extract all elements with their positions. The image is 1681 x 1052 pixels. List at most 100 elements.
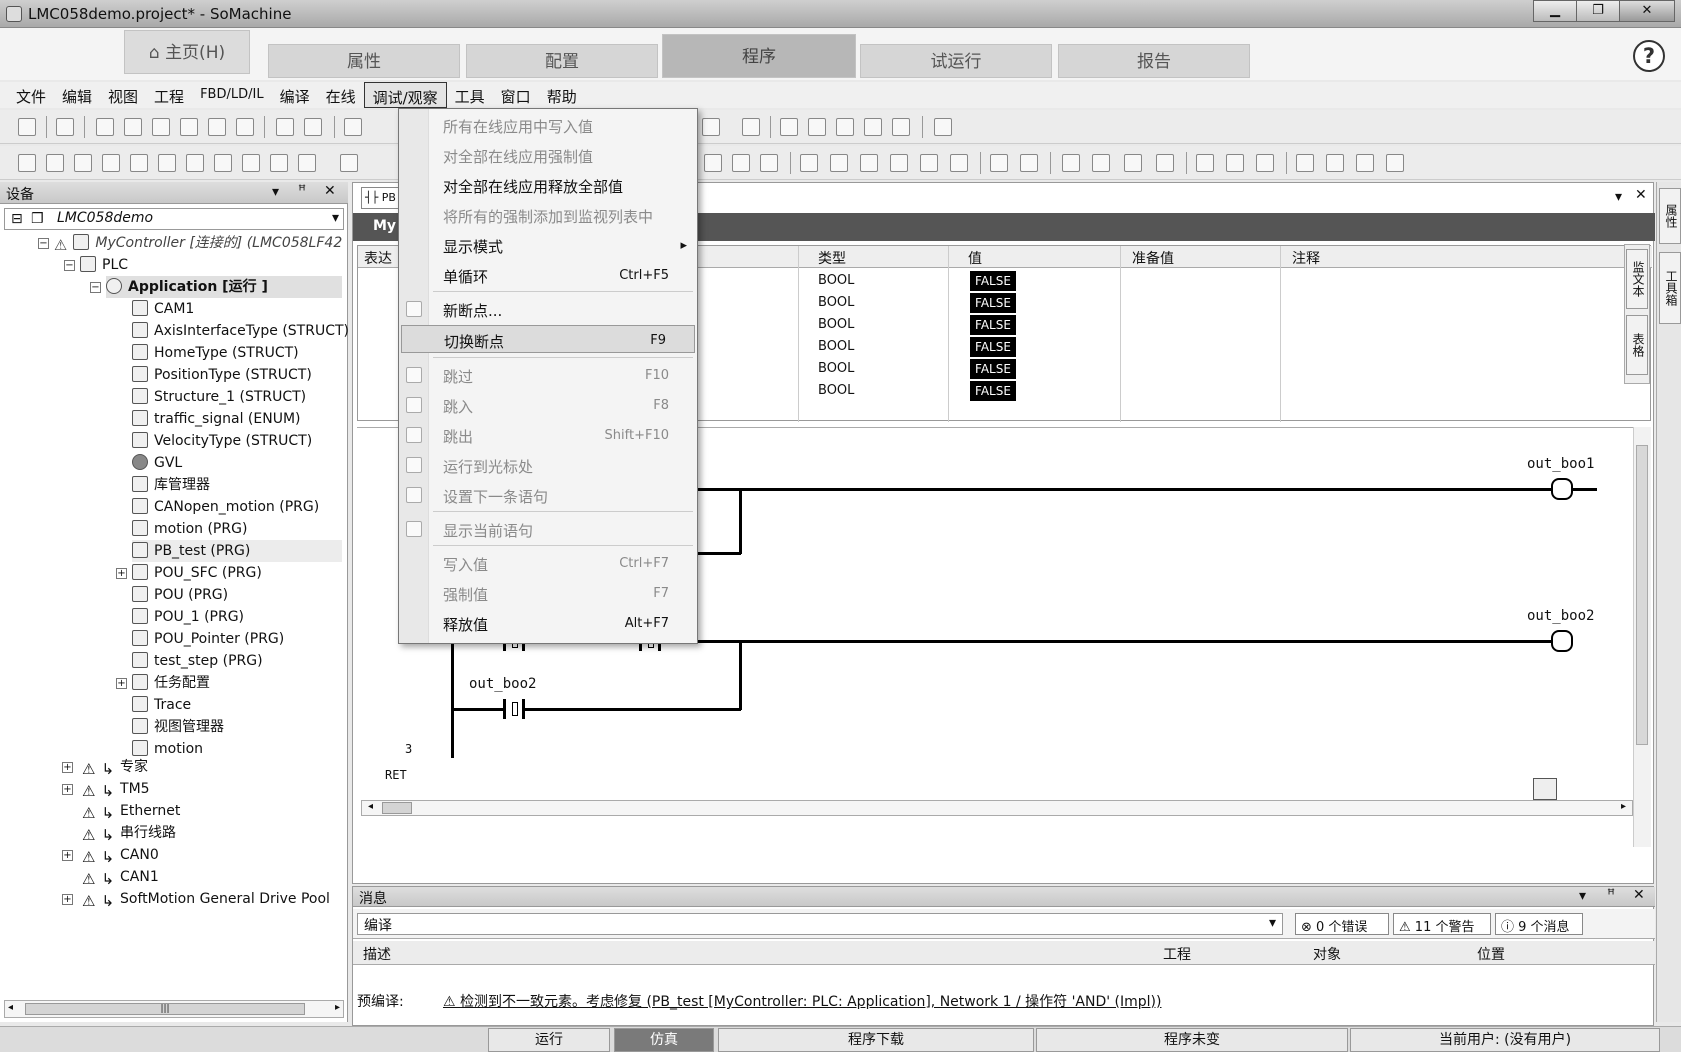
expand-icon[interactable]: + <box>116 678 127 689</box>
tree-item[interactable]: 任务配置 <box>132 672 210 694</box>
insert-block-icon[interactable] <box>860 154 878 172</box>
tree-item[interactable]: 视图管理器 <box>132 716 224 738</box>
chevron-down-icon[interactable]: ▾ <box>1579 888 1586 904</box>
menu-item-release-value[interactable]: 释放值 Alt+F7 <box>399 609 697 637</box>
grid-icon[interactable] <box>1226 154 1244 172</box>
menu-item-new-breakpoint[interactable]: 新断点... <box>399 295 697 323</box>
menu-item-display-mode[interactable]: 显示模式 ▸ <box>399 231 697 259</box>
edge-icon[interactable] <box>1156 154 1174 172</box>
step-into-icon[interactable] <box>808 118 826 136</box>
paste-icon[interactable] <box>208 118 226 136</box>
collapse-icon[interactable]: − <box>64 260 75 271</box>
tree-item[interactable]: CANopen_motion (PRG) <box>132 496 319 518</box>
tab-config[interactable]: 配置 <box>466 44 658 78</box>
step-out-icon[interactable] <box>836 118 854 136</box>
help-icon[interactable]: ? <box>1633 40 1665 72</box>
menu-file[interactable]: 文件 <box>8 82 54 108</box>
arrow-icon[interactable] <box>1062 154 1080 172</box>
tab-table[interactable]: 表格 <box>1626 315 1648 375</box>
menu-item-single-cycle[interactable]: 单循环 Ctrl+F5 <box>399 261 697 289</box>
horizontal-scrollbar[interactable]: ◂ ▸ <box>361 800 1633 816</box>
tab-properties[interactable]: 属性 <box>268 44 460 78</box>
table-icon[interactable] <box>1196 154 1214 172</box>
tree-item[interactable]: POU_SFC (PRG) <box>132 562 262 584</box>
tree-item[interactable]: motion (PRG) <box>132 518 247 540</box>
tree-item[interactable]: GVL <box>132 452 182 474</box>
tree-item[interactable]: Trace <box>132 694 191 716</box>
mem-icon[interactable] <box>1092 154 1110 172</box>
ld-return-icon[interactable] <box>298 154 316 172</box>
ld-negated-contact-icon[interactable] <box>102 154 120 172</box>
find-icon[interactable] <box>276 118 294 136</box>
coil[interactable] <box>1551 630 1573 652</box>
expand-icon[interactable]: + <box>62 762 73 773</box>
align-left-icon[interactable] <box>704 154 722 172</box>
close-icon[interactable]: ✕ <box>1635 187 1647 203</box>
close-button[interactable]: ✕ <box>1619 0 1675 22</box>
scroll-right-icon[interactable]: ▸ <box>335 1002 340 1013</box>
close-icon[interactable]: ✕ <box>324 183 336 199</box>
tree-item[interactable]: ⚠ ↳ CAN1 <box>82 866 159 888</box>
menu-item-run-to-cursor[interactable]: 运行到光标处 <box>399 451 697 479</box>
menu-item-step-into[interactable]: 跳入 F8 <box>399 391 697 419</box>
show-current-icon[interactable] <box>934 118 952 136</box>
tree-item[interactable]: AxisInterfaceType (STRUCT) <box>132 320 349 342</box>
status-simulation[interactable]: 仿真 <box>614 1028 714 1052</box>
insert-ret-icon[interactable] <box>950 154 968 172</box>
info-count-button[interactable]: ⓘ 9 个消息 <box>1495 913 1583 935</box>
horizontal-scrollbar[interactable]: ◂ ||| ▸ <box>4 1000 344 1018</box>
ld-coil-icon[interactable] <box>158 154 176 172</box>
chevron-down-icon[interactable]: ▾ <box>1615 189 1622 205</box>
zoom-in-icon[interactable] <box>990 154 1008 172</box>
tree-item[interactable]: POU (PRG) <box>132 584 228 606</box>
tree-item[interactable]: POU_1 (PRG) <box>132 606 244 628</box>
collapse-icon[interactable]: − <box>38 238 49 249</box>
collapse-icon[interactable]: − <box>90 282 101 293</box>
menu-build[interactable]: 编译 <box>272 82 318 108</box>
close-icon[interactable]: ✕ <box>1633 887 1645 903</box>
menu-item-write-value[interactable]: 写入值 Ctrl+F7 <box>399 549 697 577</box>
tab-toolbox[interactable]: 工具箱 <box>1659 252 1681 324</box>
scroll-right-icon[interactable]: ▸ <box>1621 801 1626 812</box>
ld-branch-icon[interactable] <box>340 154 358 172</box>
branch-split-icon[interactable] <box>1386 154 1404 172</box>
vertical-scrollbar[interactable] <box>1633 427 1651 847</box>
message-category-select[interactable]: 编译 ▾ <box>357 913 1283 935</box>
editor-tab-pb-test[interactable]: ┤├ PB <box>361 187 401 209</box>
tab-properties-side[interactable]: 属性 <box>1659 188 1681 244</box>
contact[interactable] <box>503 699 525 719</box>
menu-debug[interactable]: 调试/观察 <box>363 82 447 108</box>
pin-icon[interactable]: ꟸ <box>1607 887 1615 903</box>
menu-window[interactable]: 窗口 <box>493 82 539 108</box>
scroll-left-icon[interactable]: ◂ <box>368 801 373 812</box>
menu-online[interactable]: 在线 <box>318 82 364 108</box>
zoom-out-icon[interactable] <box>1020 154 1038 172</box>
menu-item-force-value[interactable]: 强制值 F7 <box>399 579 697 607</box>
menu-item-write-all[interactable]: 所有在线应用中写入值 <box>399 111 697 139</box>
chevron-down-icon[interactable]: ▾ <box>332 210 339 226</box>
menu-item-toggle-breakpoint[interactable]: 切换断点 F9 <box>401 325 695 353</box>
tab-program[interactable]: 程序 <box>662 34 856 78</box>
maximize-button[interactable]: ❐ <box>1576 0 1620 22</box>
tree-item[interactable]: PB_test (PRG) <box>132 540 342 562</box>
ld-insert-network-icon[interactable] <box>46 154 64 172</box>
menu-project[interactable]: 工程 <box>146 82 192 108</box>
set-next-icon[interactable] <box>892 118 910 136</box>
menu-item-step-out[interactable]: 跳出 Shift+F10 <box>399 421 697 449</box>
insert-label-icon[interactable] <box>890 154 908 172</box>
app-icon[interactable] <box>6 6 22 22</box>
chevron-down-icon[interactable]: ▾ <box>1269 915 1276 931</box>
tree-item[interactable]: CAM1 <box>132 298 194 320</box>
expand-icon[interactable]: + <box>62 894 73 905</box>
tree-item[interactable]: ⚠ ↳ CAN0 <box>82 844 159 866</box>
tree-item[interactable]: PositionType (STRUCT) <box>132 364 312 386</box>
menu-edit[interactable]: 编辑 <box>54 82 100 108</box>
ld-network-icon[interactable] <box>18 154 36 172</box>
insert-output-icon[interactable] <box>830 154 848 172</box>
error-count-button[interactable]: ⊗ 0 个错误 <box>1295 913 1389 935</box>
tree-item[interactable]: ⚠ ↳ TM5 <box>82 778 150 800</box>
tab-monitor-text[interactable]: 监文本 <box>1626 249 1648 309</box>
menu-fbd[interactable]: FBD/LD/IL <box>192 82 272 108</box>
tree-item[interactable]: 库管理器 <box>132 474 210 496</box>
insert-input-icon[interactable] <box>800 154 818 172</box>
